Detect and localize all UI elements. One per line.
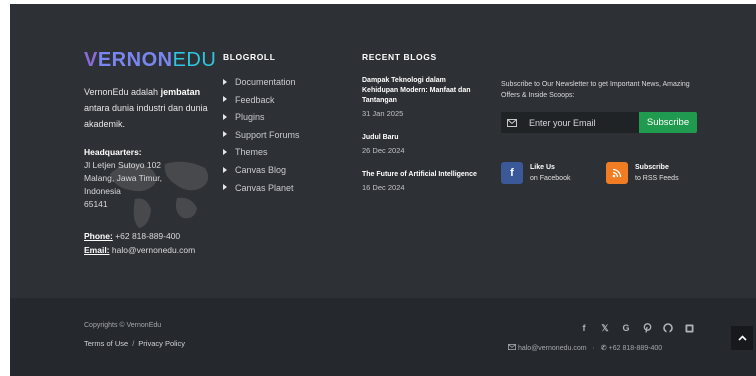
logo-edu: EDU bbox=[172, 49, 217, 71]
copyright-text: Copyrights © VernonEdu bbox=[84, 322, 162, 329]
recent-post[interactable]: The Future of Artificial Intelligence 16… bbox=[362, 170, 482, 192]
triangle-right-icon bbox=[223, 113, 227, 120]
blogroll-link-plugins[interactable]: Plugins bbox=[223, 109, 343, 127]
subscribe-button[interactable]: Subscribe bbox=[639, 112, 697, 133]
recent-blogs-heading: RECENT BLOGS bbox=[362, 52, 437, 62]
link-label: Documentation bbox=[235, 77, 296, 87]
email-row: Email: halo@vernonedu.com bbox=[84, 243, 224, 257]
contact-block: Phone: +62 818-889-400 Email: halo@verno… bbox=[84, 229, 224, 257]
email-value[interactable]: halo@vernonedu.com bbox=[110, 245, 195, 255]
facebook-icon: f bbox=[501, 162, 523, 184]
about-text-part: VernonEdu adalah bbox=[84, 87, 161, 97]
address-line: Indonesia bbox=[84, 186, 121, 196]
rss-text: Subscribe to RSS Feeds bbox=[635, 162, 679, 184]
rss-icon bbox=[606, 162, 628, 184]
post-title[interactable]: Judul Baru bbox=[362, 133, 482, 143]
footer-contact-line: halo@vernonedu.com · ✆ +62 818-889-400 bbox=[508, 344, 662, 352]
terms-link[interactable]: Terms of Use bbox=[84, 339, 128, 348]
phone-icon: ✆ bbox=[600, 345, 607, 352]
rss-subscribe-link[interactable]: Subscribe to RSS Feeds bbox=[606, 162, 679, 184]
post-title[interactable]: The Future of Artificial Intelligence bbox=[362, 170, 482, 180]
facebook-icon[interactable]: f bbox=[578, 322, 590, 334]
footer-dot-separator: · bbox=[592, 345, 595, 352]
about-text-part: antara dunia industri dan dunia akademik… bbox=[84, 103, 208, 129]
blogroll-link-documentation[interactable]: Documentation bbox=[223, 74, 343, 92]
post-date: 31 Jan 2025 bbox=[362, 109, 404, 118]
privacy-link[interactable]: Privacy Policy bbox=[138, 339, 185, 348]
newsletter-form: Subscribe bbox=[501, 112, 697, 133]
mail-icon bbox=[501, 112, 523, 133]
copyright-bar bbox=[10, 298, 756, 376]
headquarters-label: Headquarters: bbox=[84, 147, 142, 157]
address-line: Malang, Jawa Timur, bbox=[84, 173, 162, 183]
footer: VERNONEDU VernonEdu adalah jembatan anta… bbox=[10, 4, 756, 376]
blogroll-link-canvas-blog[interactable]: Canvas Blog bbox=[223, 162, 343, 180]
rss-subtitle: to RSS Feeds bbox=[635, 175, 679, 182]
triangle-right-icon bbox=[223, 78, 227, 85]
facebook-title: Like Us bbox=[530, 164, 555, 171]
link-label: Support Forums bbox=[235, 129, 300, 140]
blogroll-link-support-forums[interactable]: Support Forums bbox=[223, 127, 343, 145]
triangle-right-icon bbox=[223, 96, 227, 103]
phone-value[interactable]: +62 818-889-400 bbox=[113, 231, 180, 241]
about-text-bold: jembatan bbox=[160, 87, 201, 97]
x-icon[interactable]: 𝕏 bbox=[599, 322, 611, 334]
link-label: Themes bbox=[235, 147, 268, 158]
github-icon[interactable] bbox=[662, 322, 674, 334]
rss-title: Subscribe bbox=[635, 164, 669, 171]
link-label: Plugins bbox=[235, 112, 265, 123]
triangle-right-icon bbox=[223, 166, 227, 173]
phone-label: Phone: bbox=[84, 231, 113, 241]
newsletter-email-input[interactable] bbox=[523, 112, 639, 133]
facebook-text: Like Us on Facebook bbox=[530, 162, 570, 184]
google-icon[interactable]: G bbox=[620, 322, 632, 334]
link-label: Canvas Blog bbox=[235, 164, 287, 175]
blogroll-link-themes[interactable]: Themes bbox=[223, 144, 343, 162]
legal-links: Terms of Use / Privacy Policy bbox=[84, 339, 185, 348]
link-label: Canvas Planet bbox=[235, 182, 294, 193]
social-icons: f 𝕏 G bbox=[578, 322, 695, 334]
about-text: VernonEdu adalah jembatan antara dunia i… bbox=[84, 84, 214, 132]
phone-row: Phone: +62 818-889-400 bbox=[84, 229, 224, 243]
facebook-like-link[interactable]: f Like Us on Facebook bbox=[501, 162, 570, 184]
triangle-right-icon bbox=[223, 149, 227, 155]
facebook-subtitle: on Facebook bbox=[530, 175, 571, 182]
logo-letter-v: V bbox=[84, 49, 98, 71]
link-label: Feedback bbox=[235, 94, 275, 105]
chevron-up-icon bbox=[737, 335, 747, 341]
logo-wordmark: ERNON bbox=[97, 49, 173, 71]
recent-blogs-section: RECENT BLOGS Dampak Teknologi dalam Kehi… bbox=[362, 52, 482, 192]
brand-logo[interactable]: VERNONEDU bbox=[84, 49, 216, 72]
pinterest-icon[interactable] bbox=[641, 322, 653, 334]
address-line: 65141 bbox=[84, 199, 108, 209]
post-title[interactable]: Dampak Teknologi dalam Kehidupan Modern:… bbox=[362, 76, 482, 106]
blogroll-link-feedback[interactable]: Feedback bbox=[223, 92, 343, 110]
back-to-top-button[interactable] bbox=[731, 326, 753, 350]
newsletter-text: Subscribe to Our Newsletter to get Impor… bbox=[501, 81, 690, 99]
footer-email-link[interactable]: halo@vernonedu.com bbox=[518, 345, 587, 352]
mail-icon bbox=[508, 344, 518, 352]
post-date: 16 Dec 2024 bbox=[362, 183, 405, 192]
blogroll-list: Documentation Feedback Plugins Support F… bbox=[223, 74, 343, 197]
footer-phone-link[interactable]: +62 818-889-400 bbox=[609, 345, 663, 352]
rss-icon[interactable] bbox=[683, 322, 695, 334]
address-line: Jl Letjen Sutoyo 102 bbox=[84, 160, 162, 170]
email-label: Email: bbox=[84, 245, 110, 255]
blogroll-heading: BLOGROLL bbox=[223, 52, 276, 62]
recent-post[interactable]: Judul Baru 26 Dec 2024 bbox=[362, 133, 482, 155]
blogroll-section: BLOGROLL Documentation Feedback Plugins … bbox=[223, 52, 343, 197]
triangle-right-icon bbox=[223, 131, 227, 138]
headquarters-block: Headquarters: Jl Letjen Sutoyo 102 Malan… bbox=[84, 146, 214, 211]
triangle-right-icon bbox=[223, 184, 227, 191]
legal-separator: / bbox=[132, 339, 135, 348]
blogroll-link-canvas-planet[interactable]: Canvas Planet bbox=[223, 180, 343, 198]
recent-post[interactable]: Dampak Teknologi dalam Kehidupan Modern:… bbox=[362, 76, 482, 118]
post-date: 26 Dec 2024 bbox=[362, 146, 405, 155]
